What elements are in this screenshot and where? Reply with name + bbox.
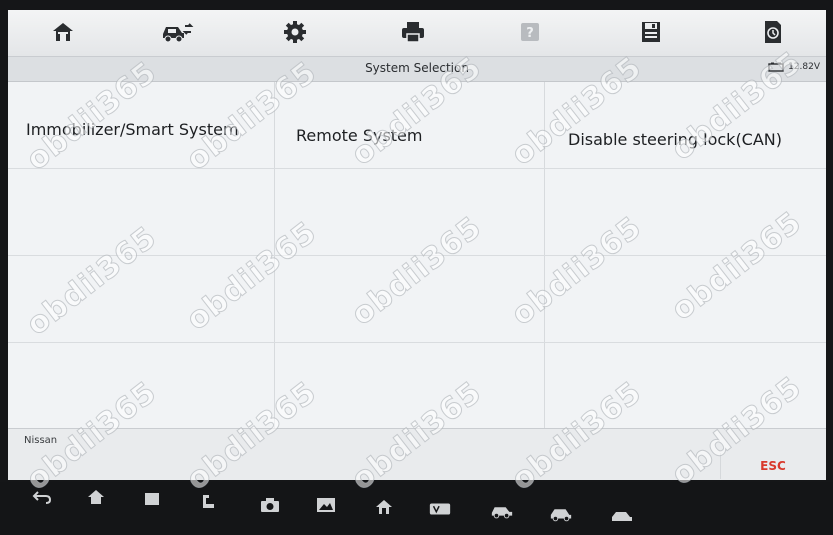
vehicle-label: Nissan <box>24 435 58 446</box>
grid-divider <box>8 342 826 343</box>
svg-text:?: ? <box>526 26 534 41</box>
system-item-label: Immobilizer/Smart System <box>26 120 239 139</box>
nav-house-button[interactable] <box>372 496 396 518</box>
data-logging-button[interactable] <box>756 16 790 48</box>
vehicle-swap-button[interactable] <box>160 16 194 48</box>
vehicle-2-button[interactable] <box>549 502 573 524</box>
system-item-label: Remote System <box>296 126 423 145</box>
footer-bar: Nissan ESC <box>8 428 826 480</box>
home-icon <box>53 23 73 41</box>
system-item-label: Disable steering lock(CAN) <box>568 130 783 149</box>
home-icon <box>88 490 104 504</box>
gear-icon <box>284 21 306 43</box>
top-toolbar: ? <box>8 10 826 57</box>
system-item[interactable]: Remote System <box>275 82 544 168</box>
tablet-screen: ? System Selection 12.82V Immobilizer/Sm… <box>8 10 826 480</box>
car-icon <box>612 512 632 521</box>
system-item[interactable]: Immobilizer/Smart System <box>8 82 274 168</box>
back-button[interactable] <box>30 486 54 508</box>
home-button[interactable] <box>46 16 80 48</box>
system-grid: Immobilizer/Smart System Remote System D… <box>8 82 826 428</box>
vci-button[interactable] <box>428 498 452 520</box>
car-icon <box>491 507 513 519</box>
nav-app-button[interactable] <box>198 490 222 512</box>
back-icon <box>32 491 52 504</box>
house-icon <box>376 500 392 514</box>
screenshot-button[interactable] <box>258 494 282 516</box>
vehicle-button[interactable] <box>490 500 514 522</box>
save-icon <box>642 22 660 42</box>
data-log-icon <box>765 21 781 43</box>
title-bar: System Selection 12.82V <box>8 57 826 82</box>
vci-icon <box>429 503 451 515</box>
printer-icon <box>402 22 424 43</box>
car-swap-icon <box>163 23 194 43</box>
save-button[interactable] <box>634 16 668 48</box>
nav-home-button[interactable] <box>84 486 108 508</box>
settings-button[interactable] <box>278 16 312 48</box>
car-icon <box>550 509 572 522</box>
recent-apps-button[interactable] <box>140 488 164 510</box>
battery-icon <box>768 62 784 72</box>
help-button[interactable]: ? <box>513 16 547 48</box>
grid-divider <box>8 255 826 256</box>
help-icon: ? <box>521 23 539 41</box>
gallery-button[interactable] <box>314 494 338 516</box>
esc-button[interactable]: ESC <box>720 453 825 479</box>
vehicle-3-button[interactable] <box>610 504 634 526</box>
page-title: System Selection <box>365 61 469 75</box>
chat-icon <box>203 495 214 508</box>
battery-voltage: 12.82V <box>788 62 820 72</box>
print-button[interactable] <box>396 16 430 48</box>
system-item[interactable]: Disable steering lock(CAN) <box>545 82 826 168</box>
grid-divider <box>8 168 826 169</box>
camera-icon <box>261 498 279 512</box>
battery-status: 12.82V <box>768 62 820 72</box>
android-nav-bar <box>0 482 833 535</box>
recent-apps-icon <box>145 493 159 505</box>
image-gallery-icon <box>317 498 335 512</box>
